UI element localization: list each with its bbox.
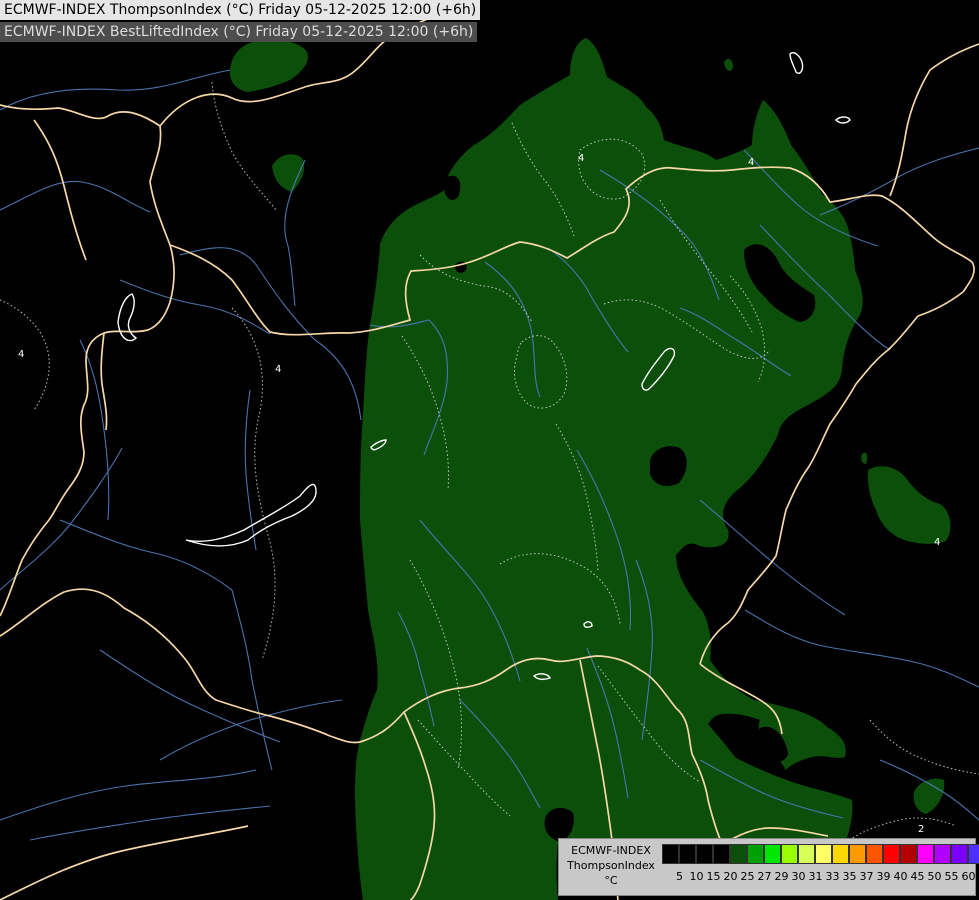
- legend-tick-label: 60: [961, 870, 976, 883]
- legend-swatch: [968, 844, 979, 864]
- title-line-2: ECMWF-INDEX BestLiftedIndex (°C) Friday …: [4, 24, 474, 40]
- legend-tick-label: 5: [676, 870, 683, 883]
- legend-swatch: [730, 844, 747, 864]
- legend-title-line-3: °C: [604, 874, 618, 887]
- legend-tick-label: 33: [825, 870, 840, 883]
- legend-swatch: [917, 844, 934, 864]
- legend-swatch: [662, 844, 679, 864]
- legend-swatch: [696, 844, 713, 864]
- legend-tick-label: 31: [808, 870, 823, 883]
- contour-label: 2: [918, 824, 924, 835]
- contour-label: 4: [18, 349, 24, 360]
- legend-swatch: [866, 844, 883, 864]
- contour-label: 4: [275, 364, 281, 375]
- legend-tick-label: 30: [791, 870, 806, 883]
- contour-label: 4: [748, 157, 754, 168]
- legend-swatch: [934, 844, 951, 864]
- legend-swatch: [798, 844, 815, 864]
- legend-swatch: [679, 844, 696, 864]
- legend-tick-label: 37: [859, 870, 874, 883]
- legend-swatch: [832, 844, 849, 864]
- legend-swatch: [900, 844, 917, 864]
- legend-tick-label: 15: [706, 870, 721, 883]
- map-title-best-lifted-index: ECMWF-INDEX BestLiftedIndex (°C) Friday …: [0, 22, 478, 42]
- legend-tick-label: 35: [842, 870, 857, 883]
- legend-tick-label: 45: [910, 870, 925, 883]
- legend-swatch: [951, 844, 968, 864]
- legend-tick-label: 29: [774, 870, 789, 883]
- legend-swatch: [815, 844, 832, 864]
- legend-swatch: [781, 844, 798, 864]
- legend-tick-label: 40: [893, 870, 908, 883]
- legend-title-line-1: ECMWF-INDEX: [571, 844, 651, 857]
- contour-label: 4: [578, 153, 584, 164]
- legend-tick-label: 10: [689, 870, 704, 883]
- legend-swatch: [747, 844, 764, 864]
- legend-tick-label: 55: [944, 870, 959, 883]
- legend-tick-label: 25: [740, 870, 755, 883]
- legend-tick-label: 39: [876, 870, 891, 883]
- legend-tick-label: 20: [723, 870, 738, 883]
- legend-ticks: 5 10 15 20 25 27 29 30 31 33 35 37 39 40 45 50 55 60: [662, 870, 976, 883]
- map-title-thompson-index: ECMWF-INDEX ThompsonIndex (°C) Friday 05…: [0, 0, 481, 20]
- legend-swatch: [764, 844, 781, 864]
- legend-title-line-2: ThompsonIndex: [567, 859, 655, 872]
- legend-swatch: [849, 844, 866, 864]
- legend-title: ECMWF-INDEX ThompsonIndex °C: [563, 843, 659, 888]
- legend-tick-label: 27: [757, 870, 772, 883]
- legend-color-scale: [662, 844, 979, 864]
- title-line-1: ECMWF-INDEX ThompsonIndex (°C) Friday 05…: [4, 2, 477, 18]
- contour-label: 4: [934, 537, 940, 548]
- weather-map[interactable]: 4 4 4 4 4 2: [0, 0, 979, 900]
- legend-tick-label: 50: [927, 870, 942, 883]
- legend-swatch: [713, 844, 730, 864]
- color-legend: ECMWF-INDEX ThompsonIndex °C 5 10 15 20 25 27…: [558, 838, 979, 896]
- legend-swatch: [883, 844, 900, 864]
